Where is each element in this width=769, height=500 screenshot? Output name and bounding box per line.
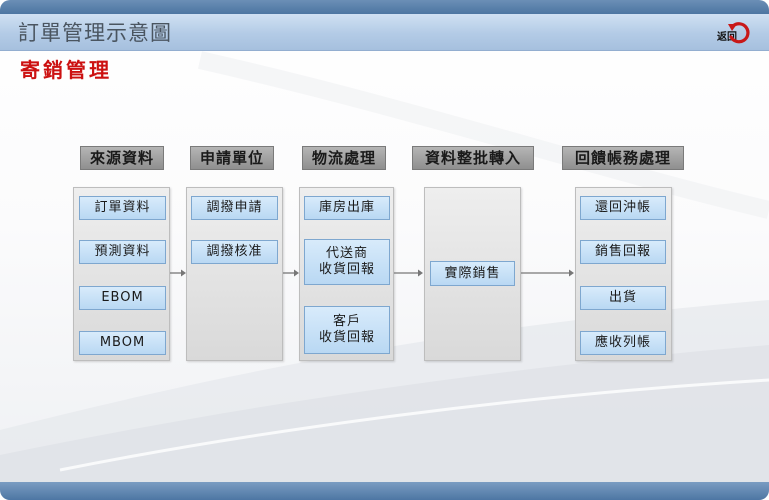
- arrow-applicant-to-logistics: [283, 269, 299, 277]
- box-return-offset[interactable]: 還回沖帳: [580, 196, 666, 220]
- box-shipment[interactable]: 出貨: [580, 286, 666, 310]
- page-frame: 訂單管理示意圖 返回 寄銷管理 來源資料 申請單位 物流處理 資料整批轉入 回饋…: [0, 0, 769, 500]
- box-receivable-posting[interactable]: 應收列帳: [580, 331, 666, 355]
- top-strip: [0, 0, 769, 14]
- page-title: 訂單管理示意圖: [18, 21, 172, 45]
- box-transfer-approval[interactable]: 調撥核准: [191, 240, 278, 264]
- box-agent-receipt-report[interactable]: 代送商 收貨回報: [304, 239, 390, 285]
- bottom-bar: [0, 482, 769, 500]
- box-mbom[interactable]: MBOM: [79, 331, 166, 355]
- column-header-applicant: 申請單位: [190, 146, 274, 170]
- arrow-source-to-applicant: [170, 269, 186, 277]
- section-title: 寄銷管理: [20, 58, 112, 82]
- back-button[interactable]: 返回: [714, 20, 754, 48]
- box-forecast-data[interactable]: 預測資料: [79, 240, 166, 264]
- column-header-source: 來源資料: [80, 146, 164, 170]
- box-warehouse-outbound[interactable]: 庫房出庫: [304, 196, 390, 220]
- column-header-feedback-accounting: 回饋帳務處理: [562, 146, 684, 170]
- box-sales-report[interactable]: 銷售回報: [580, 240, 666, 264]
- box-customer-receipt-report[interactable]: 客戶 收貨回報: [304, 306, 390, 354]
- arrow-batch-import-to-feedback: [521, 269, 574, 277]
- box-transfer-request[interactable]: 調撥申請: [191, 196, 278, 220]
- column-header-batch-import: 資料整批轉入: [412, 146, 534, 170]
- box-actual-sales[interactable]: 實際銷售: [430, 261, 515, 286]
- arrow-logistics-to-batch-import: [394, 269, 423, 277]
- box-ebom[interactable]: EBOM: [79, 286, 166, 310]
- column-header-logistics: 物流處理: [302, 146, 386, 170]
- box-order-data[interactable]: 訂單資料: [79, 196, 166, 220]
- return-arrow-icon: [728, 22, 750, 44]
